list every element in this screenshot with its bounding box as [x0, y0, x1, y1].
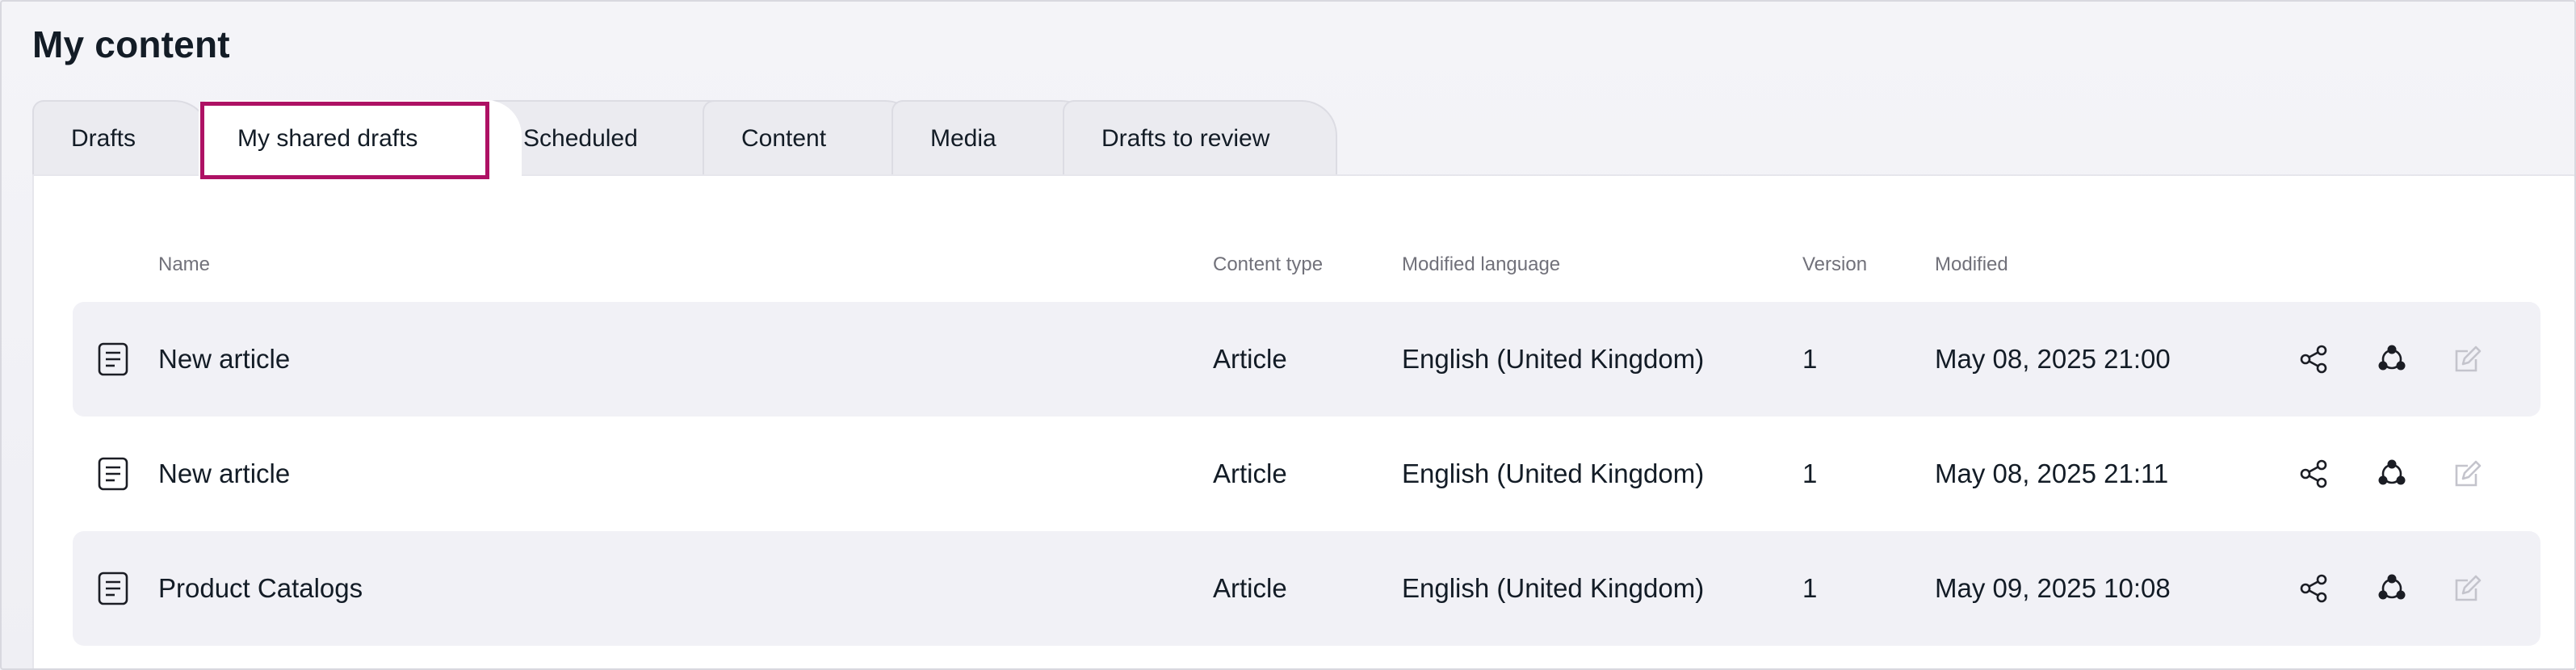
row-name[interactable]: New article	[158, 344, 290, 375]
row-modified: May 08, 2025 21:00	[1935, 344, 2171, 374]
row-content-type: Article	[1213, 459, 1287, 488]
document-icon	[98, 342, 128, 376]
row-version: 1	[1802, 573, 1818, 603]
collaborators-icon[interactable]	[2376, 458, 2408, 490]
share-icon[interactable]	[2298, 572, 2331, 605]
tab-drafts[interactable]: Drafts	[32, 100, 210, 176]
app-frame: My content Drafts My shared drafts Sched…	[0, 0, 2576, 670]
table-row[interactable]: New article Article English (United King…	[73, 302, 2540, 417]
page-title: My content	[32, 23, 230, 65]
document-icon	[98, 457, 128, 491]
row-modified: May 08, 2025 21:11	[1935, 459, 2169, 488]
row-language: English (United Kingdom)	[1402, 344, 1705, 374]
column-header-content-type[interactable]: Content type	[1213, 253, 1323, 276]
row-content-type: Article	[1213, 344, 1287, 374]
column-header-modified-language[interactable]: Modified language	[1402, 253, 1560, 276]
edit-icon	[2455, 345, 2482, 372]
tab-label: My shared drafts	[237, 125, 418, 152]
row-version: 1	[1802, 459, 1818, 488]
share-icon[interactable]	[2298, 458, 2331, 490]
tab-label: Scheduled	[523, 125, 638, 152]
column-header-version[interactable]: Version	[1802, 253, 1867, 276]
table-row[interactable]: New article Article English (United King…	[73, 417, 2540, 531]
column-header-name[interactable]: Name	[158, 253, 210, 276]
row-language: English (United Kingdom)	[1402, 459, 1705, 488]
edit-icon	[2455, 575, 2482, 601]
row-name[interactable]: Product Catalogs	[158, 573, 363, 604]
collaborators-icon[interactable]	[2376, 572, 2408, 605]
table-header: Name Content type Modified language Vers…	[34, 247, 2574, 283]
tab-label: Drafts	[71, 125, 136, 152]
document-icon	[98, 572, 128, 605]
row-name[interactable]: New article	[158, 459, 290, 489]
column-header-modified[interactable]: Modified	[1935, 253, 2008, 276]
row-language: English (United Kingdom)	[1402, 573, 1705, 603]
table-row[interactable]: Product Catalogs Article English (United…	[73, 531, 2540, 646]
share-icon[interactable]	[2298, 343, 2331, 375]
collaborators-icon[interactable]	[2376, 343, 2408, 375]
content-panel: Name Content type Modified language Vers…	[32, 174, 2574, 668]
row-modified: May 09, 2025 10:08	[1935, 573, 2171, 603]
tab-my-shared-drafts[interactable]: My shared drafts	[199, 100, 522, 176]
tab-label: Content	[741, 125, 827, 152]
tab-content[interactable]: Content	[703, 100, 921, 176]
edit-icon	[2455, 460, 2482, 487]
row-version: 1	[1802, 344, 1818, 374]
tab-label: Media	[930, 125, 996, 152]
tab-drafts-to-review[interactable]: Drafts to review	[1063, 100, 1337, 176]
row-content-type: Article	[1213, 573, 1287, 603]
tab-label: Drafts to review	[1101, 125, 1270, 152]
